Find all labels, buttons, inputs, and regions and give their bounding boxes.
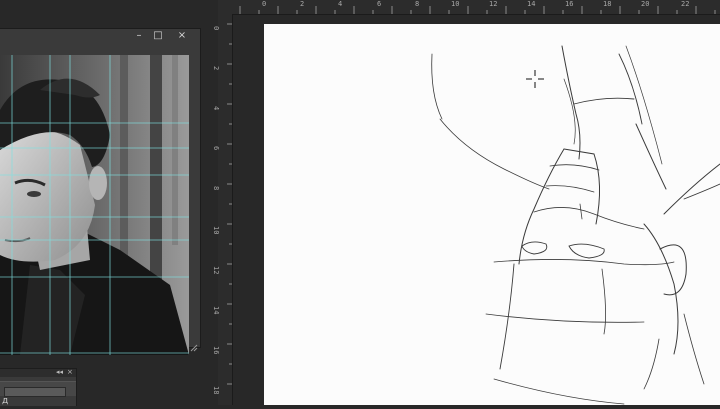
- close-panel-button[interactable]: ×: [67, 368, 73, 376]
- ruler-label: 4: [212, 106, 220, 111]
- ruler-label: 12: [212, 266, 220, 275]
- reference-photo-frame: [0, 55, 189, 355]
- ruler-label: 6: [212, 146, 220, 151]
- ruler-label: 4: [338, 0, 343, 8]
- ruler-label: 0: [262, 0, 267, 8]
- panel-header[interactable]: [0, 369, 76, 377]
- ruler-label: 2: [300, 0, 305, 8]
- drawing-canvas[interactable]: [264, 24, 720, 405]
- vertical-ruler-ticks: [227, 23, 232, 385]
- ruler-label: 16: [212, 346, 220, 355]
- horizontal-ruler[interactable]: 0 2 4 6 8 10 12 14 16 18 20 22: [232, 0, 720, 15]
- panel-dropdown[interactable]: [4, 387, 66, 397]
- ruler-label: 14: [527, 0, 536, 8]
- ruler-label: 8: [415, 0, 420, 8]
- ruler-label: 10: [451, 0, 460, 8]
- ruler-label: 14: [212, 306, 220, 315]
- face-sketch: [431, 45, 720, 405]
- ruler-label: 22: [681, 0, 690, 8]
- reference-window-titlebar[interactable]: – □ ×: [0, 29, 200, 43]
- ruler-label: 2: [212, 66, 220, 71]
- ruler-label: 8: [212, 186, 220, 191]
- reference-portrait-photo: [0, 55, 189, 355]
- close-button[interactable]: ×: [175, 30, 189, 42]
- minimize-button[interactable]: –: [132, 30, 146, 42]
- ruler-label: 0: [212, 26, 220, 31]
- maximize-button[interactable]: □: [151, 30, 165, 42]
- resize-grip[interactable]: [190, 337, 198, 352]
- ruler-label: 18: [212, 386, 220, 395]
- docked-panel: ◂◂ × д: [0, 368, 77, 406]
- collapse-panel-button[interactable]: ◂◂: [56, 368, 63, 376]
- ruler-label: 16: [565, 0, 574, 8]
- crosshair-cursor-icon: [526, 70, 544, 88]
- ruler-label: 6: [377, 0, 382, 8]
- vertical-ruler[interactable]: 0 2 4 6 8 10 12 14 16 18: [212, 0, 233, 405]
- reference-image-window[interactable]: – □ ×: [0, 28, 201, 355]
- ruler-label: 18: [603, 0, 612, 8]
- ruler-label: 12: [489, 0, 498, 8]
- ruler-label: 10: [212, 226, 220, 235]
- ruler-label: 20: [641, 0, 650, 8]
